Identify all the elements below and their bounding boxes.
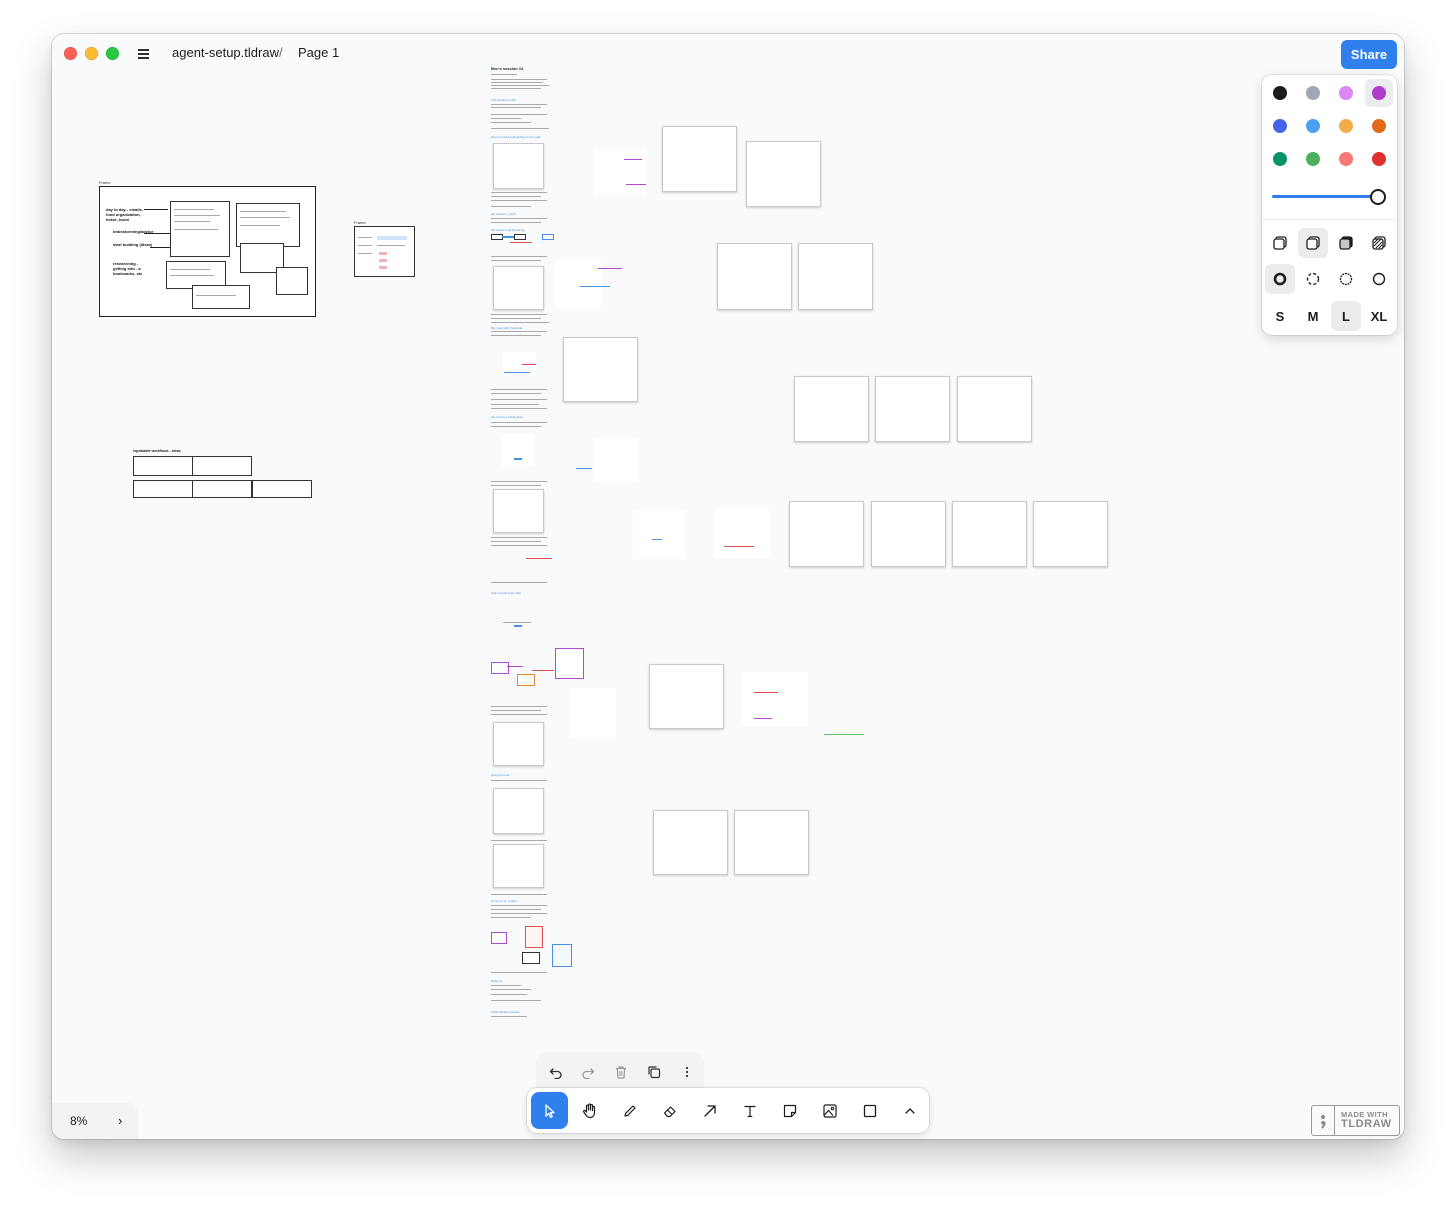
opacity-slider-thumb[interactable]: [1370, 189, 1386, 205]
text-tool-icon[interactable]: [731, 1092, 768, 1129]
doc-heading: the whole of git (hooking): [491, 228, 525, 232]
doc-heading: The starting model: [491, 98, 516, 102]
dash-draw-icon[interactable]: [1265, 264, 1295, 294]
doc-heading: get context + work: [491, 212, 516, 216]
color-swatch-light-red[interactable]: [1332, 145, 1360, 173]
color-swatch-orange[interactable]: [1365, 112, 1393, 140]
watermark-line1: MADE WITH: [1341, 1109, 1388, 1119]
dash-solid-icon[interactable]: [1364, 264, 1394, 294]
eraser-tool-icon[interactable]: [651, 1092, 688, 1129]
frame-item: researching - getting info - a bookmarks…: [113, 261, 143, 276]
main-toolbar: [527, 1088, 929, 1133]
tldraw-logo-icon: [1312, 1106, 1335, 1135]
watermark-line2: TLDRAW: [1341, 1118, 1392, 1131]
zoom-level-button[interactable]: 8%: [70, 1114, 87, 1128]
frame-label: Frame: [99, 180, 111, 185]
fill-semi-icon[interactable]: [1298, 228, 1328, 258]
page-menu-button[interactable]: Page 1: [298, 45, 339, 60]
fill-pattern-icon[interactable]: [1364, 228, 1394, 258]
doc-heading: Big reset with Postcode: [491, 326, 523, 330]
size-l-button[interactable]: L: [1331, 301, 1361, 331]
canvas[interactable]: Frame day to day - emails, fund organiza…: [52, 34, 1404, 1139]
minimize-window-button[interactable]: [85, 47, 98, 60]
doc-heading: Link it product @ code: [491, 591, 521, 595]
color-swatch-green[interactable]: [1266, 145, 1294, 173]
undo-icon[interactable]: [544, 1060, 568, 1084]
duplicate-icon[interactable]: [642, 1060, 666, 1084]
main-menu-button[interactable]: [134, 45, 154, 61]
doc-heading: What will the success: [491, 1010, 520, 1014]
doc-heading: Wrap up: [491, 979, 503, 983]
color-swatch-black[interactable]: [1266, 79, 1294, 107]
fill-none-icon[interactable]: [1265, 228, 1295, 258]
minimap-toggle-icon[interactable]: ›: [118, 1113, 122, 1128]
size-m-button[interactable]: M: [1298, 301, 1328, 331]
image-tool-icon[interactable]: [811, 1092, 848, 1129]
color-swatch-light-violet[interactable]: [1332, 79, 1360, 107]
note-tool-icon[interactable]: [771, 1092, 808, 1129]
document-title[interactable]: agent-setup.tldraw: [172, 45, 279, 60]
trash-icon[interactable]: [609, 1060, 633, 1084]
doc-title: Ben's session #3: [491, 66, 524, 71]
rectangle-tool-icon[interactable]: [851, 1092, 888, 1129]
frame-label: Frame: [354, 220, 366, 225]
workflow-title: repeatable workflows - ideas: [133, 449, 181, 453]
frame-small[interactable]: [354, 226, 415, 277]
color-swatch-grey[interactable]: [1299, 79, 1327, 107]
color-swatch-light-blue[interactable]: [1299, 112, 1327, 140]
size-xl-button[interactable]: XL: [1364, 301, 1394, 331]
color-swatch-red[interactable]: [1365, 145, 1393, 173]
app-window: Frame day to day - emails, fund organiza…: [52, 34, 1404, 1139]
maximize-window-button[interactable]: [106, 47, 119, 60]
doc-heading: Using the tool: [491, 773, 510, 777]
more-actions-icon[interactable]: [675, 1060, 699, 1084]
opacity-slider-track[interactable]: [1272, 195, 1379, 198]
doc-heading: Give it a peek and getting to the code: [491, 135, 541, 139]
color-swatch-yellow[interactable]: [1332, 112, 1360, 140]
select-tool-icon[interactable]: [531, 1092, 568, 1129]
close-window-button[interactable]: [64, 47, 77, 60]
frame-big[interactable]: day to day - emails, fund organization, …: [99, 186, 316, 317]
color-swatch-light-green[interactable]: [1299, 145, 1327, 173]
zoom-control: 8% ›: [52, 1103, 138, 1139]
color-swatch-violet[interactable]: [1365, 79, 1393, 107]
draw-tool-icon[interactable]: [611, 1092, 648, 1129]
fill-solid-icon[interactable]: [1331, 228, 1361, 258]
arrow-tool-icon[interactable]: [691, 1092, 728, 1129]
doc-heading: Here it is on a state: [491, 899, 517, 903]
dash-dotted-icon[interactable]: [1331, 264, 1361, 294]
color-swatch-blue[interactable]: [1266, 112, 1294, 140]
breadcrumb-separator: /: [279, 45, 283, 60]
made-with-tldraw-badge[interactable]: MADE WITH TLDRAW: [1311, 1105, 1400, 1136]
dash-dashed-icon[interactable]: [1298, 264, 1328, 294]
frame-item: start building (ideas): [113, 242, 153, 247]
quick-actions-bar: [536, 1052, 704, 1091]
redo-icon[interactable]: [576, 1060, 600, 1084]
share-button[interactable]: Share: [1341, 40, 1397, 69]
hand-tool-icon[interactable]: [571, 1092, 608, 1129]
doc-heading: the memory (ideal) kind: [491, 415, 523, 419]
chevron-up-icon[interactable]: [891, 1092, 928, 1129]
style-panel: S M L XL: [1262, 75, 1397, 335]
size-s-button[interactable]: S: [1265, 301, 1295, 331]
